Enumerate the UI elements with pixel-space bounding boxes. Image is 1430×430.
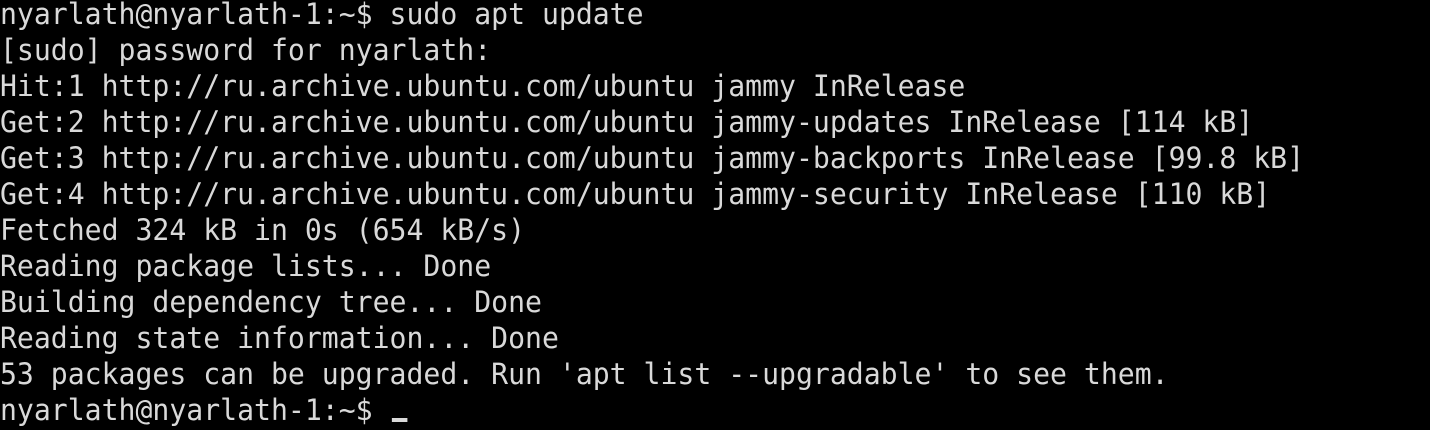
text-cursor [391,418,407,422]
output-line: Building dependency tree... Done [0,285,542,319]
output-line: Reading package lists... Done [0,249,492,283]
command-line: nyarlath@nyarlath-1:~$ sudo apt update [0,0,644,31]
output-line: Fetched 324 kB in 0s (654 kB/s) [0,213,526,247]
output-line: Get:4 http://ru.archive.ubuntu.com/ubunt… [0,177,1271,211]
output-line: Get:2 http://ru.archive.ubuntu.com/ubunt… [0,105,1254,139]
terminal-window[interactable]: nyarlath@nyarlath-1:~$ sudo apt update [… [0,0,1430,430]
current-prompt-line[interactable]: nyarlath@nyarlath-1:~$ [0,392,1387,428]
sudo-password-prompt: [sudo] password for nyarlath: [0,33,492,67]
output-line: Get:3 http://ru.archive.ubuntu.com/ubunt… [0,141,1305,175]
output-line: Reading state information... Done [0,321,559,355]
output-line: 53 packages can be upgraded. Run 'apt li… [0,357,1169,391]
shell-prompt: nyarlath@nyarlath-1:~$ [0,393,390,427]
output-line: Hit:1 http://ru.archive.ubuntu.com/ubunt… [0,69,966,103]
